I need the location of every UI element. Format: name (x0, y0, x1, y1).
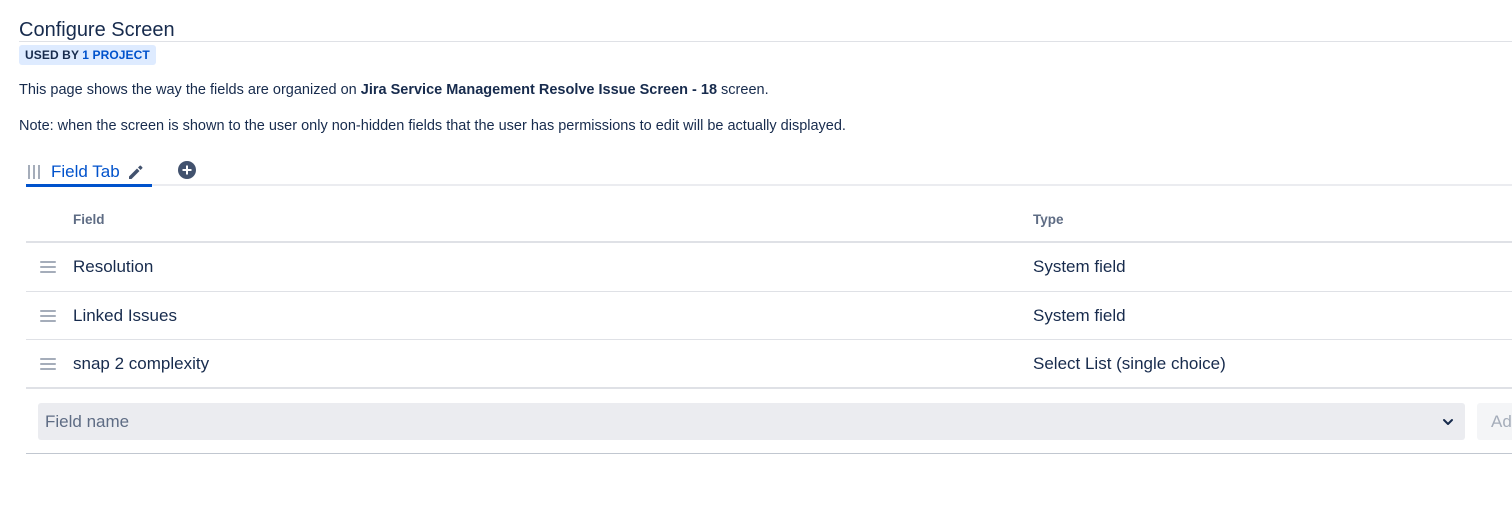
fields-table: Field Type Resolution System field Linke… (26, 196, 1512, 389)
add-field-button[interactable]: Add (1477, 403, 1512, 440)
description-prefix: This page shows the way the fields are o… (19, 82, 357, 98)
chevron-down-icon (1441, 415, 1455, 429)
drag-handle-icon[interactable] (40, 358, 56, 370)
description-suffix: screen. (721, 82, 769, 98)
column-header-type: Type (1033, 212, 1064, 227)
table-row[interactable]: snap 2 complexity Select List (single ch… (26, 340, 1512, 389)
drag-handle-icon[interactable] (28, 165, 42, 179)
title-divider (19, 41, 1512, 42)
add-circle-icon[interactable] (178, 161, 196, 179)
column-header-field: Field (73, 212, 105, 227)
page-title: Configure Screen (19, 19, 175, 41)
drag-handle-icon[interactable] (40, 309, 56, 322)
field-name-placeholder: Field name (45, 412, 130, 431)
tab-field-tab[interactable]: Field Tab (26, 157, 152, 187)
screen-tabs: Field Tab (26, 157, 1512, 187)
field-type-cell: Select List (single choice) (1033, 354, 1226, 373)
used-by-count: 1 PROJECT (82, 48, 150, 62)
pencil-icon[interactable] (126, 163, 144, 181)
used-by-lozenge[interactable]: USED BY 1 PROJECT (19, 45, 156, 65)
table-header: Field Type (26, 196, 1512, 243)
screen-note: Note: when the screen is shown to the us… (19, 118, 846, 134)
used-by-prefix: USED BY (25, 48, 79, 62)
screen-name: Jira Service Management Resolve Issue Sc… (360, 82, 718, 98)
field-type-cell: System field (1033, 257, 1126, 276)
add-button-label: Add (1491, 412, 1512, 431)
drag-handle-icon[interactable] (40, 261, 56, 273)
table-row[interactable]: Resolution System field (26, 243, 1512, 292)
screen-description: This page shows the way the fields are o… (19, 81, 769, 99)
field-name-cell: snap 2 complexity (73, 354, 210, 373)
table-row[interactable]: Linked Issues System field (26, 292, 1512, 340)
add-field-row: Field name Add (26, 390, 1512, 454)
tab-label: Field Tab (51, 162, 120, 181)
field-type-cell: System field (1033, 305, 1126, 325)
field-name-cell: Resolution (73, 257, 154, 276)
field-name-select[interactable]: Field name (38, 403, 1465, 440)
field-name-cell: Linked Issues (73, 305, 177, 325)
